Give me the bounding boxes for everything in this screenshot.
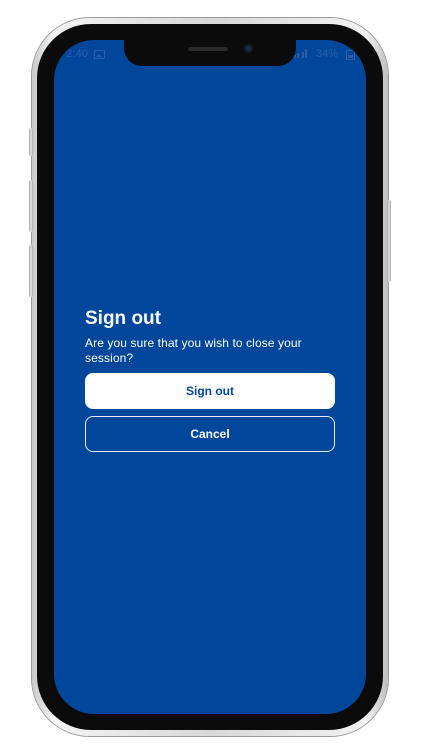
dialog-message: Are you sure that you wish to close your… (85, 336, 302, 365)
sign-out-button[interactable]: Sign out (85, 373, 335, 409)
status-time: 2:40 (66, 48, 89, 60)
signal-icon (294, 49, 310, 58)
photo-icon (94, 50, 105, 59)
volume-down-button (29, 245, 33, 297)
battery-icon (346, 50, 355, 60)
battery-percent: 34% (316, 48, 339, 60)
power-button (387, 200, 391, 282)
screen: 2:40 34% Sign out Are you sure that you … (54, 40, 366, 714)
mute-switch (29, 128, 33, 156)
sign-out-dialog: Sign out Are you sure that you wish to c… (85, 306, 335, 452)
notch (124, 40, 296, 66)
cancel-button[interactable]: Cancel (85, 416, 335, 452)
volume-up-button (29, 180, 33, 232)
dialog-title: Sign out (85, 308, 161, 329)
camera-icon (244, 44, 253, 53)
speaker-grille (188, 47, 228, 51)
page: 2:40 34% Sign out Are you sure that you … (0, 0, 422, 750)
